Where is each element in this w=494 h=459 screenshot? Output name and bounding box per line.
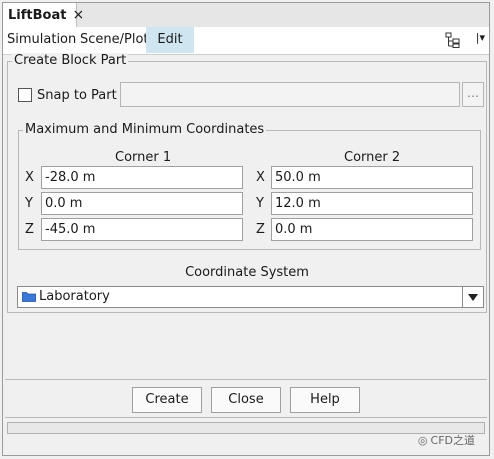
snap-to-part-label: Snap to Part bbox=[37, 87, 117, 103]
help-button[interactable]: Help bbox=[290, 387, 360, 413]
corner2-x-label: X bbox=[256, 170, 265, 185]
coordinates-group: Maximum and Minimum Coordinates Corner 1… bbox=[18, 122, 481, 250]
corner1-heading: Corner 1 bbox=[115, 150, 172, 165]
create-button[interactable]: Create bbox=[132, 387, 202, 413]
coordinate-system-value: Laboratory bbox=[39, 289, 110, 304]
tab-bar: LiftBoat × bbox=[3, 3, 489, 28]
corner2-x-input[interactable]: 50.0 m bbox=[271, 166, 473, 189]
corner1-y-input[interactable]: 0.0 m bbox=[41, 192, 243, 215]
corner1-z-label: Z bbox=[25, 222, 34, 237]
folder-icon bbox=[22, 292, 36, 302]
create-block-part-legend: Create Block Part bbox=[12, 53, 129, 68]
tree-view-icon[interactable] bbox=[445, 32, 461, 48]
menu-scene-plot[interactable]: Scene/Plot bbox=[77, 27, 152, 53]
menu-edit[interactable]: Edit bbox=[146, 27, 194, 53]
tab-liftboat[interactable]: LiftBoat × bbox=[3, 3, 84, 27]
dialog-window: LiftBoat × Simulation Scene/Plot Edit |▾… bbox=[2, 2, 490, 456]
wechat-icon: ◎ bbox=[417, 433, 428, 447]
corner2-z-input[interactable]: 0.0 m bbox=[271, 218, 473, 241]
close-button[interactable]: Close bbox=[211, 387, 281, 413]
coordinate-system-label: Coordinate System bbox=[185, 265, 309, 280]
corner1-z-input[interactable]: -45.0 m bbox=[41, 218, 243, 241]
tab-title: LiftBoat bbox=[8, 7, 67, 23]
corner1-x-input[interactable]: -28.0 m bbox=[41, 166, 243, 189]
snap-to-part-checkbox[interactable] bbox=[18, 88, 32, 102]
chevron-down-icon[interactable] bbox=[462, 287, 483, 307]
create-block-part-panel: Create Block Part Snap to Part … Maximum… bbox=[7, 53, 487, 313]
snap-part-field bbox=[120, 82, 460, 107]
corner2-y-label: Y bbox=[256, 196, 264, 211]
button-divider bbox=[5, 379, 487, 380]
progress-bar bbox=[7, 422, 485, 434]
menu-bar: Simulation Scene/Plot Edit |▾ bbox=[3, 27, 489, 55]
close-icon[interactable]: × bbox=[72, 7, 84, 23]
coordinates-legend: Maximum and Minimum Coordinates bbox=[23, 122, 267, 137]
menu-simulation[interactable]: Simulation bbox=[4, 27, 79, 53]
corner2-y-input[interactable]: 12.0 m bbox=[271, 192, 473, 215]
watermark: ◎ CFD之道 bbox=[418, 432, 475, 448]
corner2-z-label: Z bbox=[256, 222, 265, 237]
watermark-text: CFD之道 bbox=[430, 434, 475, 447]
corner2-heading: Corner 2 bbox=[344, 150, 401, 165]
status-divider bbox=[5, 417, 487, 418]
corner1-y-label: Y bbox=[25, 196, 33, 211]
corner1-x-label: X bbox=[25, 170, 34, 185]
coordinate-system-select[interactable]: Laboratory bbox=[17, 286, 484, 308]
snap-to-part-row[interactable]: Snap to Part bbox=[18, 83, 117, 107]
snap-browse-button[interactable]: … bbox=[462, 82, 484, 107]
menu-overflow-dropdown[interactable]: |▾ bbox=[476, 31, 485, 44]
